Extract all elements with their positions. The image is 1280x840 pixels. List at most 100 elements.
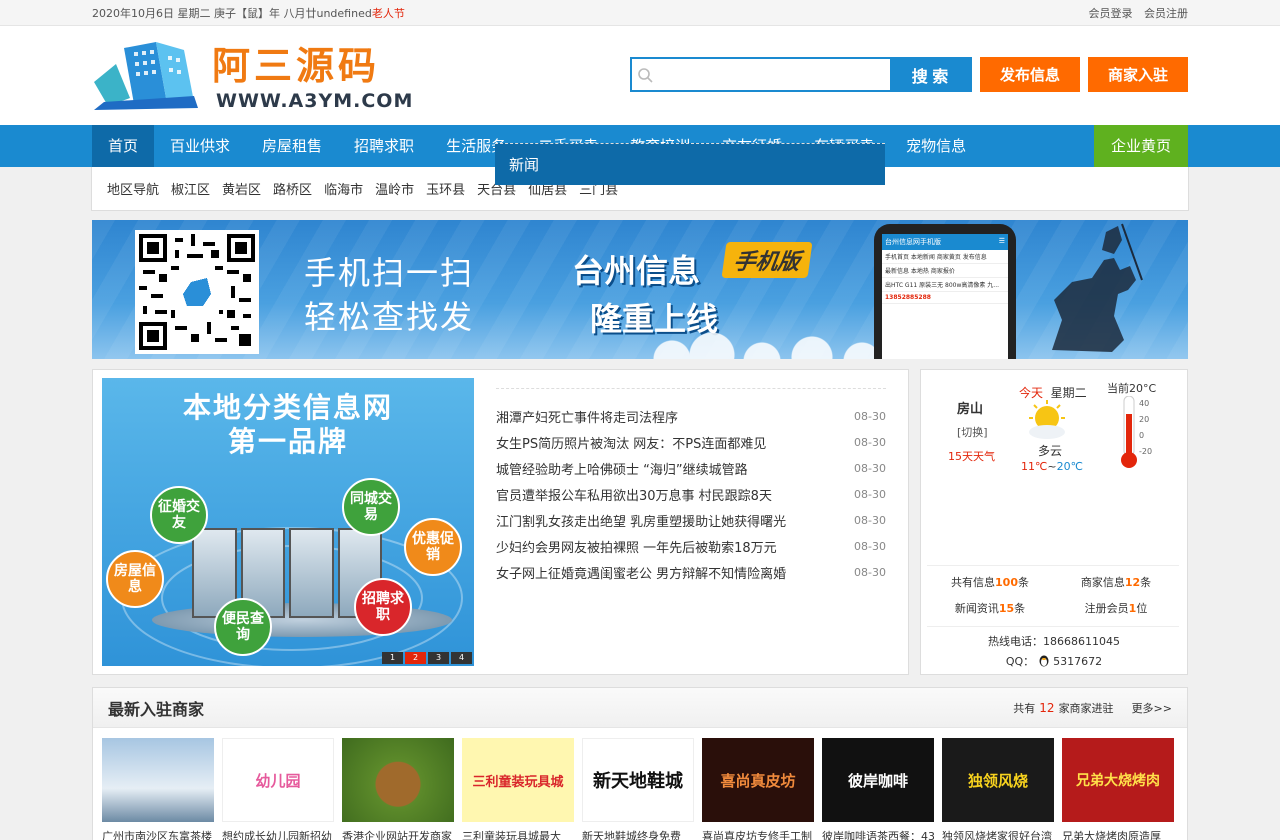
slide-page-button[interactable]: 3 xyxy=(428,652,449,664)
area-item[interactable]: 黄岩区 xyxy=(222,179,261,198)
merchant-image[interactable] xyxy=(102,738,214,822)
nav-item-home[interactable]: 首页 xyxy=(92,125,155,167)
list-item[interactable]: 幼儿园 想约成长幼儿园新招幼 xyxy=(222,738,334,840)
merchant-caption[interactable]: 三利童装玩具城最大 xyxy=(462,828,574,840)
merchant-image[interactable]: 三利童装玩具城 xyxy=(462,738,574,822)
news-date: 08-30 xyxy=(854,513,886,527)
qq-label: QQ： xyxy=(1005,655,1035,668)
promo-slideshow[interactable]: 本地分类信息网 第一品牌 征婚交友 同城交易 优惠促销 房屋信息 招聘求职 便民… xyxy=(102,378,474,666)
merchant-image[interactable]: 独领风烧 xyxy=(942,738,1054,822)
merchant-image[interactable]: 新天地鞋城 xyxy=(582,738,694,822)
area-item[interactable]: 温岭市 xyxy=(375,179,414,198)
weather-switch-link[interactable]: [切换] xyxy=(957,424,988,440)
area-item[interactable]: 玉环县 xyxy=(426,179,465,198)
list-item[interactable]: 彼岸咖啡 彼岸咖啡语茶西餐：4317 xyxy=(822,738,934,840)
merchant-image[interactable]: 彼岸咖啡 xyxy=(822,738,934,822)
area-item[interactable]: 椒江区 xyxy=(171,179,210,198)
phone-mockup: 台州信息网手机版 ☰ 手机首页 本地新闻 商家黄页 发布信息 最新信息 本地热 商… xyxy=(874,224,1016,359)
news-title[interactable]: 江门割乳女孩走出绝望 乳房重塑援助让她获得曙光 xyxy=(496,511,786,530)
merchants-more-link[interactable]: 更多>> xyxy=(1132,700,1172,716)
contact-info: 热线电话：18668611045 QQ： 5317672 xyxy=(921,632,1187,672)
merchant-image[interactable]: 兄弟大烧烤肉 xyxy=(1062,738,1174,822)
news-title[interactable]: 城管经验助考上哈佛硕士 “海归”继续城管路 xyxy=(496,459,748,478)
list-item[interactable]: 独领风烧 独领风烧烤家很好台湾 xyxy=(942,738,1054,840)
list-item[interactable]: 女生PS简历照片被淘汰 网友：不PS连面都难见 08-30 xyxy=(496,429,886,455)
news-title[interactable]: 官员遭举报公车私用欲出30万息事 村民跟踪8天 xyxy=(496,485,772,504)
merchants-header: 最新入驻商家 共有 12 家商家进驻 更多>> xyxy=(93,688,1187,728)
list-item[interactable]: 少妇约会男网友被拍裸照 一年先后被勒索18万元 08-30 xyxy=(496,533,886,559)
sun-cloud-icon xyxy=(1025,400,1069,443)
news-title[interactable]: 女子网上征婚竟遇闺蜜老公 男方辩解不知情险离婚 xyxy=(496,563,786,582)
merchants-count-prefix: 共有 xyxy=(1013,701,1036,715)
news-title[interactable]: 女生PS简历照片被淘汰 网友：不PS连面都难见 xyxy=(496,433,766,452)
area-nav-label[interactable]: 地区导航 xyxy=(107,179,159,198)
nav-item-pets[interactable]: 宠物信息 xyxy=(890,125,982,167)
merchant-caption[interactable]: 彼岸咖啡语茶西餐：4317 xyxy=(822,828,934,840)
list-item[interactable]: 香港企业网站开发商家 xyxy=(342,738,454,840)
qq-number[interactable]: 5317672 xyxy=(1053,655,1102,668)
slide-page-button[interactable]: 2 xyxy=(405,652,426,664)
stat-merchants: 商家信息12条 xyxy=(1053,570,1179,596)
merchant-image[interactable]: 幼儿园 xyxy=(222,738,334,822)
list-item[interactable]: 官员遭举报公车私用欲出30万息事 村民跟踪8天 08-30 xyxy=(496,481,886,507)
list-item[interactable]: 喜尚真皮坊 喜尚真皮坊专修手工制 xyxy=(702,738,814,840)
news-title[interactable]: 湘潭产妇死亡事件将走司法程序 xyxy=(496,407,678,426)
nav-item-supply[interactable]: 百业供求 xyxy=(154,125,246,167)
merchant-caption[interactable]: 独领风烧烤家很好台湾 xyxy=(942,828,1054,840)
phone-screen-row: 最新信息 本地热 商家报价 xyxy=(882,264,1008,278)
thermometer-tick: 20 xyxy=(1139,415,1150,424)
merchant-join-button[interactable]: 商家入驻 xyxy=(1088,57,1188,92)
stat-label: 新闻资讯 xyxy=(954,602,999,615)
list-item[interactable]: 城管经验助考上哈佛硕士 “海归”继续城管路 08-30 xyxy=(496,455,886,481)
list-item[interactable]: 兄弟大烧烤肉 兄弟大烧烤肉原造厚 xyxy=(1062,738,1174,840)
nav-item-jobs[interactable]: 招聘求职 xyxy=(338,125,430,167)
register-link[interactable]: 会员注册 xyxy=(1144,7,1188,20)
site-logo[interactable]: 阿三源码 WWW.A3YM.COM xyxy=(94,40,414,112)
nav-item-yellow-pages[interactable]: 企业黄页 xyxy=(1094,125,1188,167)
merchant-caption[interactable]: 想约成长幼儿园新招幼 xyxy=(222,828,334,840)
merchant-image[interactable]: 喜尚真皮坊 xyxy=(702,738,814,822)
merchant-caption[interactable]: 新天地鞋城终身免费 xyxy=(582,828,694,840)
list-item[interactable]: 广州市南沙区东富茶楼 xyxy=(102,738,214,840)
bubble-promo: 优惠促销 xyxy=(404,518,462,576)
search-button[interactable]: 搜 索 xyxy=(890,59,970,90)
weather-low: 11℃ xyxy=(1021,460,1048,473)
slide-page-button[interactable]: 1 xyxy=(382,652,403,664)
thermometer-tick: 40 xyxy=(1139,399,1150,408)
area-item[interactable]: 临海市 xyxy=(324,179,363,198)
post-info-button[interactable]: 发布信息 xyxy=(980,57,1080,92)
list-item[interactable]: 湘潭产妇死亡事件将走司法程序 08-30 xyxy=(496,403,886,429)
nav-item-housing[interactable]: 房屋租售 xyxy=(246,125,338,167)
stat-label: 注册会员 xyxy=(1084,602,1129,615)
search-input[interactable] xyxy=(658,59,890,90)
thermometer-tick: -20 xyxy=(1139,447,1153,456)
slide-page-button[interactable]: 4 xyxy=(451,652,472,664)
merchant-caption[interactable]: 广州市南沙区东富茶楼 xyxy=(102,828,214,840)
list-item[interactable]: 江门割乳女孩走出绝望 乳房重塑援助让她获得曙光 08-30 xyxy=(496,507,886,533)
merchants-count-value: 12 xyxy=(1039,700,1055,715)
merchant-image[interactable] xyxy=(342,738,454,822)
area-item[interactable]: 路桥区 xyxy=(273,179,312,198)
list-item[interactable]: 新天地鞋城 新天地鞋城终身免费 xyxy=(582,738,694,840)
top-bar: 2020年10月6日 星期二 庚子【鼠】年 八月廿undefined老人节 会员… xyxy=(0,0,1280,26)
list-item[interactable]: 女子网上征婚竟遇闺蜜老公 男方辩解不知情险离婚 08-30 xyxy=(496,559,886,585)
merchant-caption[interactable]: 兄弟大烧烤肉原造厚 xyxy=(1062,828,1174,840)
weather-15day-link[interactable]: 15天天气 xyxy=(948,448,995,464)
merchants-count: 共有 12 家商家进驻 xyxy=(1013,700,1113,716)
logo-url: WWW.A3YM.COM xyxy=(216,90,414,112)
merchant-caption[interactable]: 喜尚真皮坊专修手工制 xyxy=(702,828,814,840)
nav-item-news[interactable]: 新闻 xyxy=(495,143,885,185)
festival-text: 老人节 xyxy=(371,7,405,20)
stat-unit: 条 xyxy=(1014,602,1026,615)
login-link[interactable]: 会员登录 xyxy=(1089,7,1133,20)
mobile-banner[interactable]: 手机扫一扫 轻松查找发 台州信息 手机版 隆重上线 台州信息网手机版 ☰ 手机首页… xyxy=(92,220,1188,359)
qq-penguin-icon[interactable] xyxy=(1038,655,1054,668)
bubble-convenience: 便民查询 xyxy=(214,598,272,656)
weather-today: 今天 星期二 xyxy=(1019,384,1087,401)
stat-info: 共有信息100条 xyxy=(927,570,1053,596)
news-title[interactable]: 少妇约会男网友被拍裸照 一年先后被勒索18万元 xyxy=(496,537,777,556)
list-item[interactable]: 三利童装玩具城 三利童装玩具城最大 xyxy=(462,738,574,840)
merchant-caption[interactable]: 香港企业网站开发商家 xyxy=(342,828,454,840)
merchants-section: 最新入驻商家 共有 12 家商家进驻 更多>> 广州市南沙区东富茶楼 幼儿园 想约成… xyxy=(92,687,1188,840)
weather-today-label: 今天 xyxy=(1019,386,1044,400)
